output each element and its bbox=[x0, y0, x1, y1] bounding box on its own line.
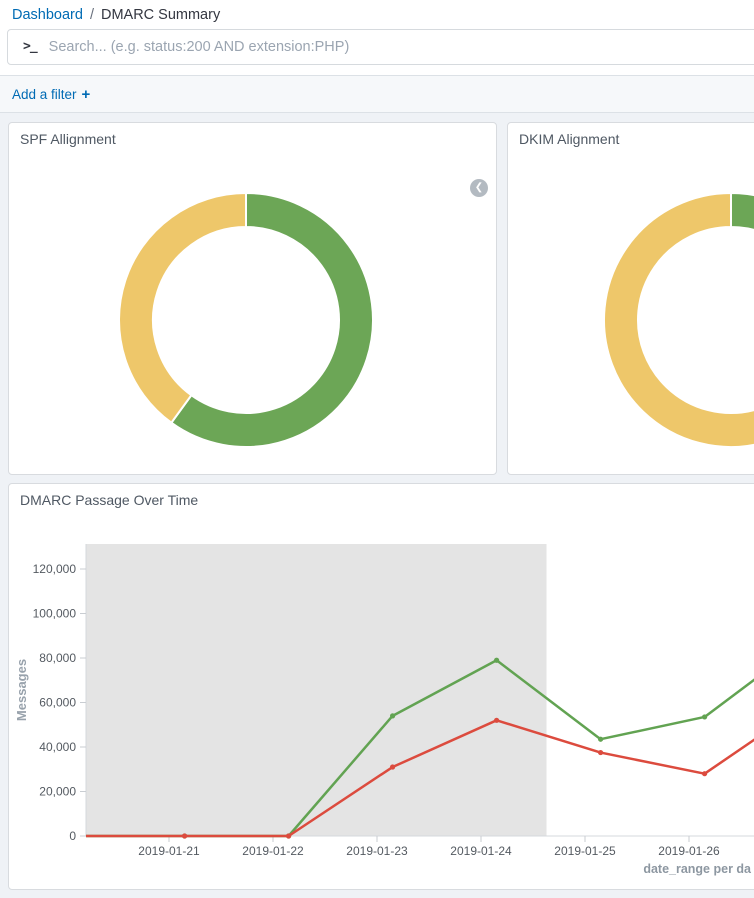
y-tick-label: 0 bbox=[69, 829, 76, 843]
data-point-red[interactable] bbox=[286, 833, 291, 838]
data-point-red[interactable] bbox=[702, 771, 707, 776]
data-point-red[interactable] bbox=[494, 718, 499, 723]
x-tick-label: 2019-01-21 bbox=[138, 844, 200, 858]
donut-slice[interactable] bbox=[604, 193, 754, 447]
data-point-red[interactable] bbox=[182, 833, 187, 838]
time-selection-region[interactable] bbox=[86, 544, 547, 836]
search-bar[interactable]: >_ bbox=[7, 29, 754, 65]
data-point-red[interactable] bbox=[390, 764, 395, 769]
x-tick-label: 2019-01-24 bbox=[450, 844, 512, 858]
donut-slice[interactable] bbox=[731, 193, 754, 239]
data-point-green[interactable] bbox=[702, 714, 707, 719]
panel-dkim-alignment: DKIM Alignment ❮ bbox=[507, 122, 754, 475]
donut-slice[interactable] bbox=[119, 193, 246, 423]
y-axis-title: Messages bbox=[14, 659, 29, 721]
data-point-red[interactable] bbox=[598, 750, 603, 755]
search-input[interactable] bbox=[47, 30, 754, 64]
data-point-green[interactable] bbox=[598, 737, 603, 742]
x-tick-label: 2019-01-26 bbox=[658, 844, 720, 858]
data-point-green[interactable] bbox=[494, 658, 499, 663]
y-tick-label: 60,000 bbox=[39, 696, 76, 710]
panel-spf-alignment: SPF Allignment ❮ bbox=[8, 122, 497, 475]
y-tick-label: 100,000 bbox=[33, 607, 77, 621]
breadcrumb-dashboard-link[interactable]: Dashboard bbox=[12, 7, 83, 23]
legend-collapse-icon[interactable]: ❮ bbox=[470, 179, 488, 197]
breadcrumb: Dashboard / DMARC Summary bbox=[12, 3, 220, 27]
panel-dmarc-passage: DMARC Passage Over Time 020,00040,00060,… bbox=[8, 483, 754, 890]
y-tick-label: 40,000 bbox=[39, 740, 76, 754]
y-tick-label: 20,000 bbox=[39, 785, 76, 799]
breadcrumb-current: DMARC Summary bbox=[101, 7, 220, 23]
filter-bar: Add a filter + bbox=[0, 75, 754, 113]
x-tick-label: 2019-01-22 bbox=[242, 844, 304, 858]
add-filter-label: Add a filter bbox=[12, 87, 77, 102]
data-point-green[interactable] bbox=[390, 713, 395, 718]
y-tick-label: 80,000 bbox=[39, 651, 76, 665]
plus-icon: + bbox=[82, 86, 91, 103]
spf-alignment-donut-chart[interactable] bbox=[9, 123, 497, 475]
dkim-alignment-donut-chart[interactable] bbox=[508, 123, 754, 475]
dmarc-passage-line-chart[interactable]: 0 20,000 40,000 60,000 80,000 100,000 120,000 2… bbox=[9, 484, 754, 890]
x-tick-label: 2019-01-25 bbox=[554, 844, 616, 858]
query-prompt-icon: >_ bbox=[8, 39, 47, 56]
x-tick-label: 2019-01-23 bbox=[346, 844, 408, 858]
add-filter-link[interactable]: Add a filter + bbox=[12, 86, 90, 103]
breadcrumb-separator: / bbox=[83, 7, 101, 23]
x-axis-title: date_range per da bbox=[643, 862, 752, 876]
y-tick-label: 120,000 bbox=[33, 562, 77, 576]
